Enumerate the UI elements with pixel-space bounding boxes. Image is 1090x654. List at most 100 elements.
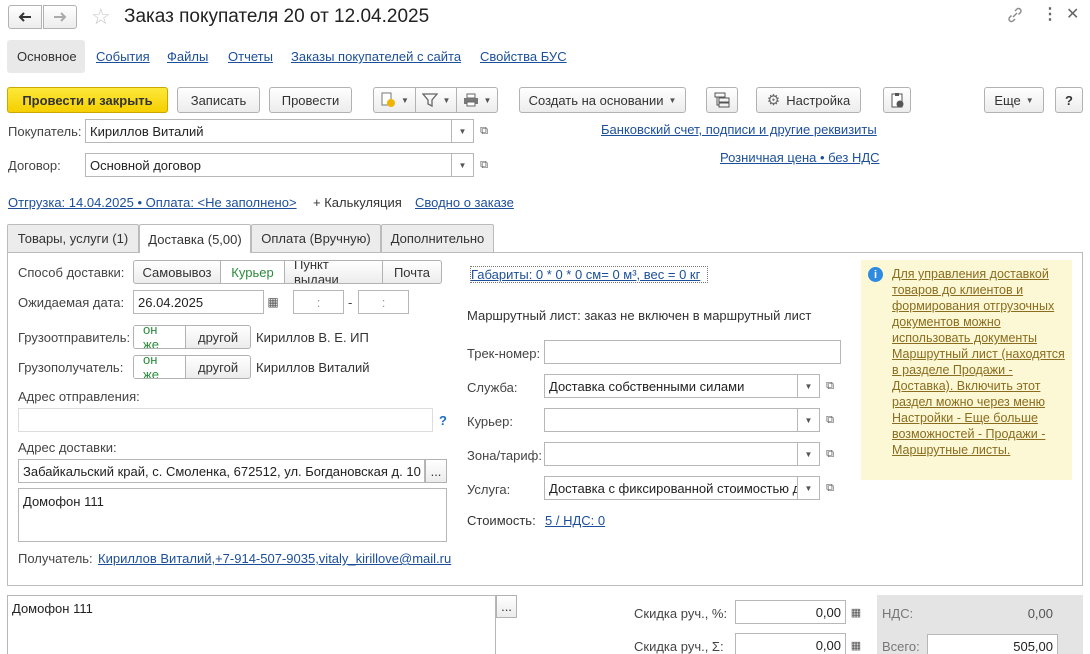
help-icon[interactable]: ? xyxy=(439,413,447,428)
more-button[interactable]: Еще ▼ xyxy=(984,87,1044,113)
zone-field[interactable] xyxy=(544,442,798,466)
tab-payment[interactable]: Оплата (Вручную) xyxy=(251,224,381,252)
link-icon[interactable] xyxy=(1006,6,1024,27)
back-button[interactable] xyxy=(8,5,42,29)
tab-delivery[interactable]: Доставка (5,00) xyxy=(139,224,251,253)
shipper-other[interactable]: другой xyxy=(186,326,250,348)
create-doc-menu-button[interactable]: ▼ xyxy=(373,87,416,113)
courier-field[interactable] xyxy=(544,408,798,432)
close-icon[interactable]: ✕ xyxy=(1066,4,1079,24)
discount-pct-calc-button[interactable]: ▦ xyxy=(846,600,866,624)
service-open-button[interactable]: ⧉ xyxy=(820,374,840,398)
chevron-down-icon: ▼ xyxy=(1025,95,1034,105)
contract-dropdown-button[interactable]: ▼ xyxy=(452,153,474,177)
structure-button[interactable] xyxy=(706,87,738,113)
method-pickup-point[interactable]: Пункт выдачи xyxy=(285,261,383,283)
consignee-same[interactable]: он же xyxy=(134,356,187,378)
nav-tab-bus-properties[interactable]: Свойства БУС xyxy=(480,49,567,64)
nav-tab-site-orders[interactable]: Заказы покупателей с сайта xyxy=(291,49,461,64)
hierarchy-icon xyxy=(714,92,730,108)
track-field[interactable] xyxy=(544,340,841,364)
settings-button[interactable]: ⚙ Настройка xyxy=(756,87,861,113)
buyer-field[interactable]: Кириллов Виталий xyxy=(85,119,452,143)
tab-additional[interactable]: Дополнительно xyxy=(381,224,494,252)
discount-sum-field[interactable]: 0,00 xyxy=(735,633,846,654)
zone-open-button[interactable]: ⧉ xyxy=(820,442,840,466)
post-button[interactable]: Провести xyxy=(269,87,352,113)
forward-button[interactable] xyxy=(43,5,77,29)
service2-field[interactable]: Доставка с фиксированной стоимостью д xyxy=(544,476,798,500)
courier-dropdown-button[interactable]: ▼ xyxy=(798,408,820,432)
recipient-label: Получатель: xyxy=(18,551,93,566)
delivery-method-switch: Самовывоз Курьер Пункт выдачи Почта xyxy=(133,260,442,284)
chevron-down-icon: ▼ xyxy=(804,415,813,425)
method-post[interactable]: Почта xyxy=(383,261,441,283)
service-field[interactable]: Доставка собственными силами xyxy=(544,374,798,398)
comment-field[interactable]: Домофон 111 xyxy=(7,595,496,654)
track-label: Трек-номер: xyxy=(467,346,541,361)
calendar-button[interactable]: ▦ xyxy=(263,290,283,314)
arrow-right-icon xyxy=(54,12,67,22)
price-type-link[interactable]: Розничная цена • без НДС xyxy=(720,150,880,165)
post-and-close-button[interactable]: Провести и закрыть xyxy=(7,87,168,113)
discount-pct-field[interactable]: 0,00 xyxy=(735,600,846,624)
service2-dropdown-button[interactable]: ▼ xyxy=(798,476,820,500)
calculation-toggle[interactable]: + Калькуляция xyxy=(313,195,402,210)
chevron-down-icon: ▼ xyxy=(668,95,677,105)
vat-label: НДС: xyxy=(882,606,914,621)
order-summary-link[interactable]: Сводно о заказе xyxy=(415,195,514,210)
time-from-field[interactable]: : xyxy=(293,290,344,314)
star-icon[interactable]: ☆ xyxy=(91,5,111,29)
more-vert-icon[interactable]: ⋮ xyxy=(1042,4,1058,24)
bank-details-link[interactable]: Банковский счет, подписи и другие реквиз… xyxy=(601,122,877,137)
consignee-other[interactable]: другой xyxy=(186,356,250,378)
create-based-on-button[interactable]: Создать на основании ▼ xyxy=(519,87,686,113)
chevron-down-icon: ▼ xyxy=(804,449,813,459)
comment-select-button[interactable]: ... xyxy=(496,595,517,618)
recipient-link[interactable]: Кириллов Виталий,+7-914-507-9035,vitaly_… xyxy=(98,551,451,566)
delivery-method-label: Способ доставки: xyxy=(18,265,125,280)
open-icon: ⧉ xyxy=(480,158,488,171)
nav-tab-reports[interactable]: Отчеты xyxy=(228,49,273,64)
shipper-switch: он же другой xyxy=(133,325,251,349)
help-button[interactable]: ? xyxy=(1055,87,1083,113)
dimensions-link[interactable]: Габариты: 0 * 0 * 0 см= 0 м³, вес = 0 кг xyxy=(470,266,708,283)
discount-sum-calc-button[interactable]: ▦ xyxy=(846,633,866,654)
delivery-comment-field[interactable]: Домофон 111 xyxy=(18,488,447,542)
contract-open-button[interactable]: ⧉ xyxy=(474,153,494,177)
from-address-field[interactable] xyxy=(18,408,433,432)
save-button[interactable]: Записать xyxy=(177,87,260,113)
contract-label: Договор: xyxy=(8,158,61,173)
attachments-button[interactable] xyxy=(883,87,911,113)
courier-open-button[interactable]: ⧉ xyxy=(820,408,840,432)
nav-tab-main[interactable]: Основное xyxy=(17,49,77,64)
method-pickup[interactable]: Самовывоз xyxy=(134,261,221,283)
service2-open-button[interactable]: ⧉ xyxy=(820,476,840,500)
expected-date-field[interactable]: 26.04.2025 xyxy=(133,290,264,314)
clipboard-icon xyxy=(891,93,904,108)
contract-field[interactable]: Основной договор xyxy=(85,153,452,177)
shipment-payment-link[interactable]: Отгрузка: 14.04.2025 • Оплата: <Не запол… xyxy=(8,195,297,210)
delivery-address-select-button[interactable]: ... xyxy=(425,459,447,483)
buyer-dropdown-button[interactable]: ▼ xyxy=(452,119,474,143)
print-menu-button[interactable]: ▼ xyxy=(456,87,498,113)
tab-goods[interactable]: Товары, услуги (1) xyxy=(7,224,139,252)
service-dropdown-button[interactable]: ▼ xyxy=(798,374,820,398)
cost-link[interactable]: 5 / НДС: 0 xyxy=(545,513,605,528)
open-icon: ⧉ xyxy=(826,481,834,494)
info-text[interactable]: Для управления доставкой товаров до клие… xyxy=(892,266,1066,458)
zone-dropdown-button[interactable]: ▼ xyxy=(798,442,820,466)
shipper-same[interactable]: он же xyxy=(134,326,187,348)
filter-menu-button[interactable]: ▼ xyxy=(415,87,457,113)
ellipsis-icon: ... xyxy=(430,463,442,479)
nav-tab-files[interactable]: Файлы xyxy=(167,49,208,64)
buyer-open-button[interactable]: ⧉ xyxy=(474,119,494,143)
chevron-down-icon: ▼ xyxy=(804,483,813,493)
ellipsis-icon: ... xyxy=(501,599,512,614)
nav-tab-events[interactable]: События xyxy=(96,49,150,64)
arrow-left-icon xyxy=(18,12,31,22)
delivery-address-field[interactable]: Забайкальский край, с. Смоленка, 672512,… xyxy=(18,459,425,483)
time-to-field[interactable]: : xyxy=(358,290,409,314)
method-courier[interactable]: Курьер xyxy=(221,261,285,283)
page-title: Заказ покупателя 20 от 12.04.2025 xyxy=(124,6,430,27)
